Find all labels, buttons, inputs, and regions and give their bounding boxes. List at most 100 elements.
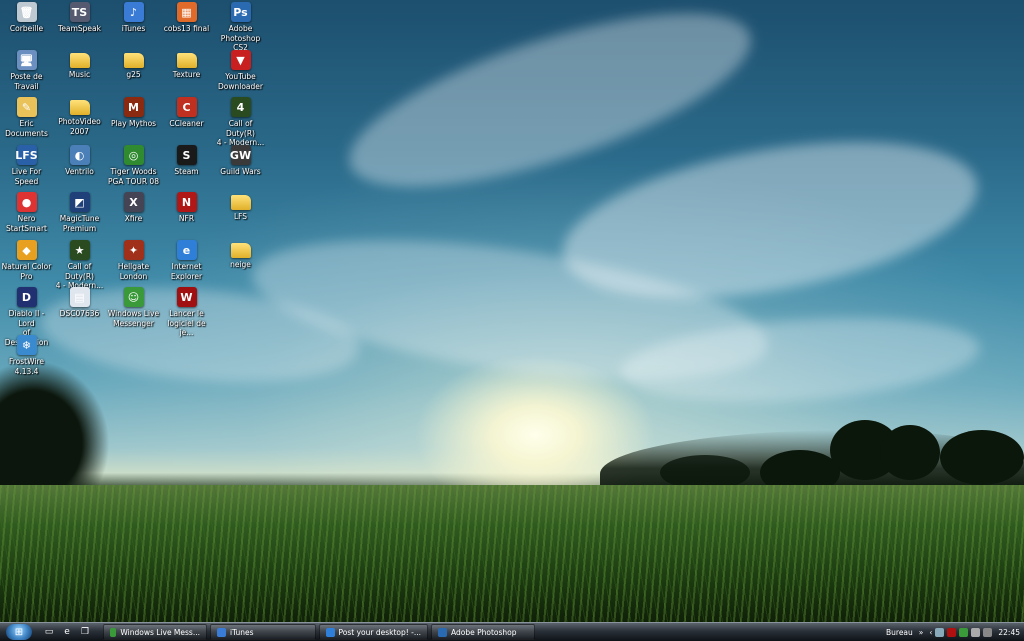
game-launcher-icon: W bbox=[176, 287, 197, 307]
tree bbox=[0, 360, 110, 500]
taskbar-button[interactable]: Windows Live Mess... bbox=[103, 624, 207, 640]
desktop-icon-label: Eric Documents bbox=[5, 119, 48, 138]
volume-icon[interactable] bbox=[971, 627, 981, 637]
desktop-icon-label: Texture bbox=[172, 70, 201, 79]
network-icon[interactable] bbox=[935, 627, 945, 637]
desktop-icon-label: CCleaner bbox=[169, 119, 204, 128]
live-for-speed-icon: LFS bbox=[15, 145, 38, 165]
desktop-icon[interactable]: Ps Adobe Photoshop CS2 bbox=[214, 0, 267, 53]
toolbar-expand-button[interactable]: » bbox=[919, 628, 924, 637]
desktop-icon[interactable]: 4 Call of Duty(R) 4 - Modern... bbox=[214, 95, 267, 148]
windows-start-icon: ⊞ bbox=[14, 626, 24, 638]
desktop-icon[interactable]: ❄ FrostWire 4.13.4 bbox=[0, 333, 53, 376]
computer-icon: 🖥 bbox=[16, 50, 37, 70]
desktop-icon-label: FrostWire 4.13.4 bbox=[9, 357, 44, 376]
desktop-icon[interactable]: LFS Live For Speed bbox=[0, 143, 53, 186]
image-file-icon: ▤ bbox=[69, 287, 90, 307]
desktop-icon[interactable]: M Play Mythos bbox=[107, 95, 160, 129]
taskbar-button[interactable]: iTunes bbox=[210, 624, 316, 640]
desktop-icon[interactable]: 🗑 Corbeille bbox=[0, 0, 53, 34]
desktop-icon[interactable]: GW Guild Wars bbox=[214, 143, 267, 177]
desktop-icon-label: Steam bbox=[174, 167, 199, 176]
desktop-icon[interactable]: W Lancer le logiciel de je... bbox=[160, 285, 213, 338]
desktop-icon[interactable]: TS TeamSpeak bbox=[53, 0, 106, 34]
desktop-icon[interactable]: ▼ YouTube Downloader bbox=[214, 48, 267, 91]
desktop-icon[interactable]: LFS bbox=[214, 190, 267, 222]
desktop[interactable]: 🗑 Corbeille 🖥 Poste de Travail ✎ Eric Documen… bbox=[0, 0, 1024, 622]
desktop-icon[interactable]: S Steam bbox=[160, 143, 213, 177]
desktop-icon[interactable]: ▤ DSC07636 bbox=[53, 285, 106, 319]
desktop-icon[interactable]: neige bbox=[214, 238, 267, 270]
desktop-icon[interactable]: 🖥 Poste de Travail bbox=[0, 48, 53, 91]
desktop-icon[interactable]: ◆ Natural Color Pro bbox=[0, 238, 53, 281]
printer-icon[interactable] bbox=[983, 627, 993, 637]
taskbar-button[interactable]: Adobe Photoshop bbox=[431, 624, 535, 640]
start-button[interactable]: ⊞ bbox=[6, 624, 32, 640]
switch-windows-icon[interactable]: ❐ bbox=[78, 625, 92, 639]
archive-file-icon: ▦ bbox=[176, 2, 197, 22]
desktop-icon[interactable]: ✎ Eric Documents bbox=[0, 95, 53, 138]
desktop-icon[interactable]: ✦ Hellgate London bbox=[107, 238, 160, 281]
desktop-icon-label: neige bbox=[230, 260, 251, 269]
messenger-tray-icon[interactable] bbox=[959, 627, 969, 637]
desktop-icon[interactable]: X Xfire bbox=[107, 190, 160, 224]
desktop-icon-label: Corbeille bbox=[9, 24, 44, 33]
desktop-icon[interactable]: ☺ Windows Live Messenger bbox=[107, 285, 160, 328]
desktop-icon[interactable]: C CCleaner bbox=[160, 95, 213, 129]
clock[interactable]: 22:45 bbox=[998, 628, 1020, 637]
desktop-icon-label: Xfire bbox=[124, 214, 143, 223]
desktop-icon-label: NFR bbox=[178, 214, 195, 223]
desktop-icon-label: cobs13 final bbox=[163, 24, 210, 33]
folder-icon bbox=[176, 53, 197, 68]
folder-icon bbox=[230, 243, 251, 258]
internet-explorer-icon[interactable]: e bbox=[60, 625, 74, 639]
taskbar-button[interactable]: Post your desktop! -... bbox=[319, 624, 428, 640]
desktop-icon[interactable]: ♪ iTunes bbox=[107, 0, 160, 34]
desktop-icon-label: PhotoVideo 2007 bbox=[58, 117, 101, 136]
desktop-icon-label: TeamSpeak bbox=[58, 24, 101, 33]
desktop-icon-label: Ventrilo bbox=[65, 167, 94, 176]
desktop-icon[interactable]: ◐ Ventrilo bbox=[53, 143, 106, 177]
call-of-duty-icon: 4 bbox=[230, 97, 251, 117]
youtube-downloader-icon: ▼ bbox=[230, 50, 251, 70]
game-tray-icon[interactable] bbox=[947, 627, 957, 637]
desktop-icon-label: g25 bbox=[126, 70, 141, 79]
desktop-icon[interactable]: g25 bbox=[107, 48, 160, 80]
desktop-icon[interactable]: ◎ Tiger Woods PGA TOUR 08 bbox=[107, 143, 160, 186]
folder-icon bbox=[69, 100, 90, 115]
quick-launch: ▭ e ❐ bbox=[38, 625, 92, 639]
teamspeak-icon: TS bbox=[69, 2, 90, 22]
tiger-woods-icon: ◎ bbox=[123, 145, 144, 165]
desktop-icon[interactable]: N NFR bbox=[160, 190, 213, 224]
desktop-icon-label: Play Mythos bbox=[110, 119, 157, 128]
desktop-icon-label: Tiger Woods PGA TOUR 08 bbox=[108, 167, 159, 186]
desktop-icon[interactable]: e Internet Explorer bbox=[160, 238, 213, 281]
toolbar-bureau-label[interactable]: Bureau bbox=[886, 628, 913, 637]
magictune-icon: ◩ bbox=[69, 192, 90, 212]
desktop-icon-label: Internet Explorer bbox=[170, 262, 203, 281]
folder-icon bbox=[230, 195, 251, 210]
desktop-icon[interactable]: ● Nero StartSmart bbox=[0, 190, 53, 233]
tray-back-button[interactable]: ‹ bbox=[929, 628, 932, 637]
desktop-icon[interactable]: ◩ MagicTune Premium bbox=[53, 190, 106, 233]
taskbar-button-label: Post your desktop! -... bbox=[338, 627, 422, 637]
natural-color-pro-icon: ◆ bbox=[16, 240, 37, 260]
desktop-icon[interactable]: Texture bbox=[160, 48, 213, 80]
desktop-icon[interactable]: ▦ cobs13 final bbox=[160, 0, 213, 34]
show-desktop-icon[interactable]: ▭ bbox=[42, 625, 56, 639]
desktop-icon-label: DSC07636 bbox=[59, 309, 100, 318]
desktop-icon-label: MagicTune Premium bbox=[59, 214, 100, 233]
system-tray: Bureau » ‹ 22:45 bbox=[886, 623, 1024, 641]
desktop-icon[interactable]: Music bbox=[53, 48, 106, 80]
desktop-icon-label: iTunes bbox=[121, 24, 146, 33]
taskbar-button-label: Adobe Photoshop bbox=[451, 627, 517, 637]
grass-field bbox=[0, 485, 1024, 622]
folder-icon bbox=[123, 53, 144, 68]
itunes-icon: ♪ bbox=[123, 2, 144, 22]
desktop-icon-label: Lancer le logiciel de je... bbox=[167, 309, 206, 337]
desktop-icon-label: Poste de Travail bbox=[10, 72, 43, 91]
desktop-icon[interactable]: ★ Call of Duty(R) 4 - Modern... bbox=[53, 238, 106, 291]
desktop-icon[interactable]: PhotoVideo 2007 bbox=[53, 95, 106, 136]
call-of-duty-icon: ★ bbox=[69, 240, 90, 260]
desktop-icon-label: LFS bbox=[233, 212, 248, 221]
